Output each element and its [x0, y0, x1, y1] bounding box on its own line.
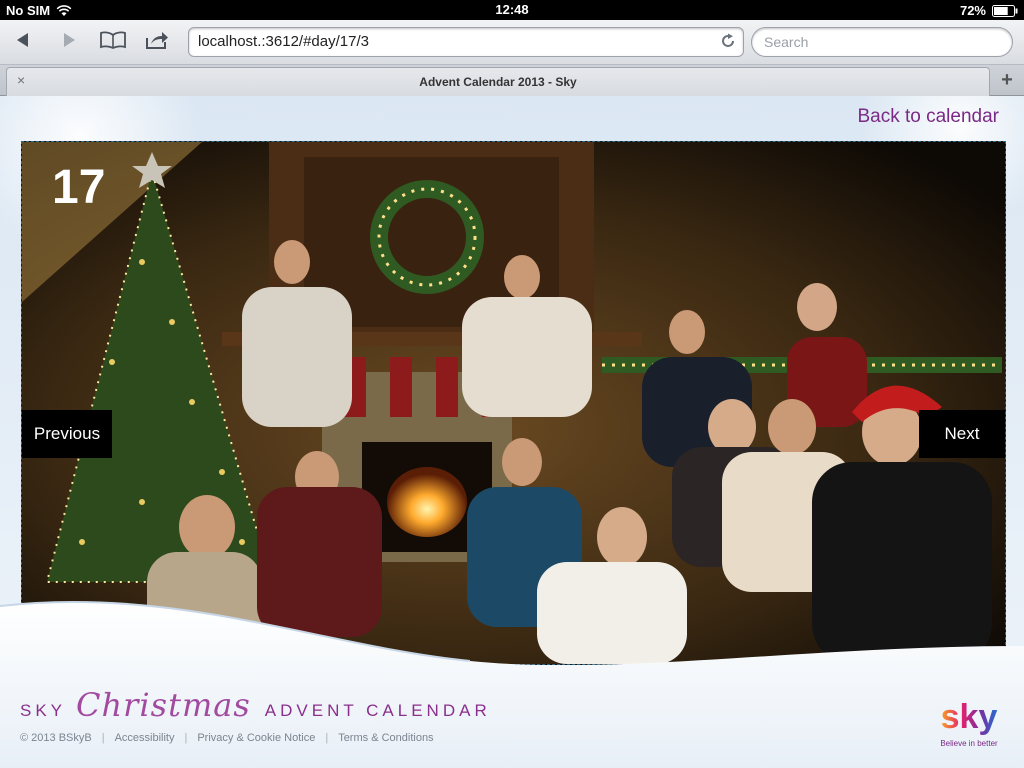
address-bar[interactable]: localhost.:3612/#day/17/3 [188, 27, 744, 57]
brand-christmas-text: Christmas [76, 686, 251, 724]
battery-icon [992, 4, 1018, 17]
copyright-text: © 2013 BSkyB [20, 732, 92, 744]
back-arrow-icon [14, 31, 32, 54]
sky-logo: sky Believe in better [934, 696, 1004, 748]
sky-logo-icon: sky [941, 698, 998, 736]
active-tab[interactable]: × Advent Calendar 2013 - Sky [6, 67, 990, 96]
page-content: Back to calendar 17 Previous Next SKY Ch… [0, 96, 1024, 768]
new-tab-button[interactable]: + [994, 68, 1020, 94]
status-right: 72% [960, 3, 1018, 18]
back-to-calendar-link[interactable]: Back to calendar [857, 106, 999, 128]
share-button[interactable] [144, 30, 170, 54]
status-bar: No SIM 12:48 72% [0, 0, 1024, 20]
bookmarks-button[interactable] [100, 30, 126, 54]
battery-percent: 72% [959, 3, 986, 18]
url-text: localhost.:3612/#day/17/3 [198, 33, 369, 50]
tab-bar: × Advent Calendar 2013 - Sky + [0, 65, 1024, 96]
sky-tagline: Believe in better [940, 739, 998, 748]
search-field[interactable] [751, 27, 1013, 57]
advent-calendar-brand: SKY Christmas ADVENT CALENDAR [20, 686, 491, 724]
forward-arrow-icon [60, 31, 78, 54]
day-number: 17 [52, 161, 106, 214]
search-input[interactable] [762, 33, 996, 51]
brand-sky-text: SKY [20, 701, 67, 720]
next-button[interactable]: Next [919, 410, 1005, 458]
terms-link[interactable]: Terms & Conditions [338, 732, 433, 744]
reload-icon[interactable] [720, 33, 736, 54]
book-icon [100, 31, 126, 54]
privacy-link[interactable]: Privacy & Cookie Notice [197, 732, 315, 744]
sky-logo-word: sky [941, 698, 998, 736]
share-icon [145, 30, 169, 55]
brand-advent-text: ADVENT CALENDAR [264, 701, 491, 720]
clock: 12:48 [495, 2, 529, 17]
browser-toolbar: localhost.:3612/#day/17/3 [0, 20, 1024, 65]
back-button[interactable] [10, 30, 36, 54]
footer-separator: | [101, 732, 105, 744]
accessibility-link[interactable]: Accessibility [115, 732, 175, 744]
tab-title: Advent Calendar 2013 - Sky [419, 75, 577, 89]
previous-button[interactable]: Previous [22, 410, 112, 458]
forward-button[interactable] [56, 30, 82, 54]
footer-separator: | [184, 732, 188, 744]
footer: © 2013 BSkyB | Accessibility | Privacy &… [20, 732, 434, 744]
footer-separator: | [325, 732, 329, 744]
